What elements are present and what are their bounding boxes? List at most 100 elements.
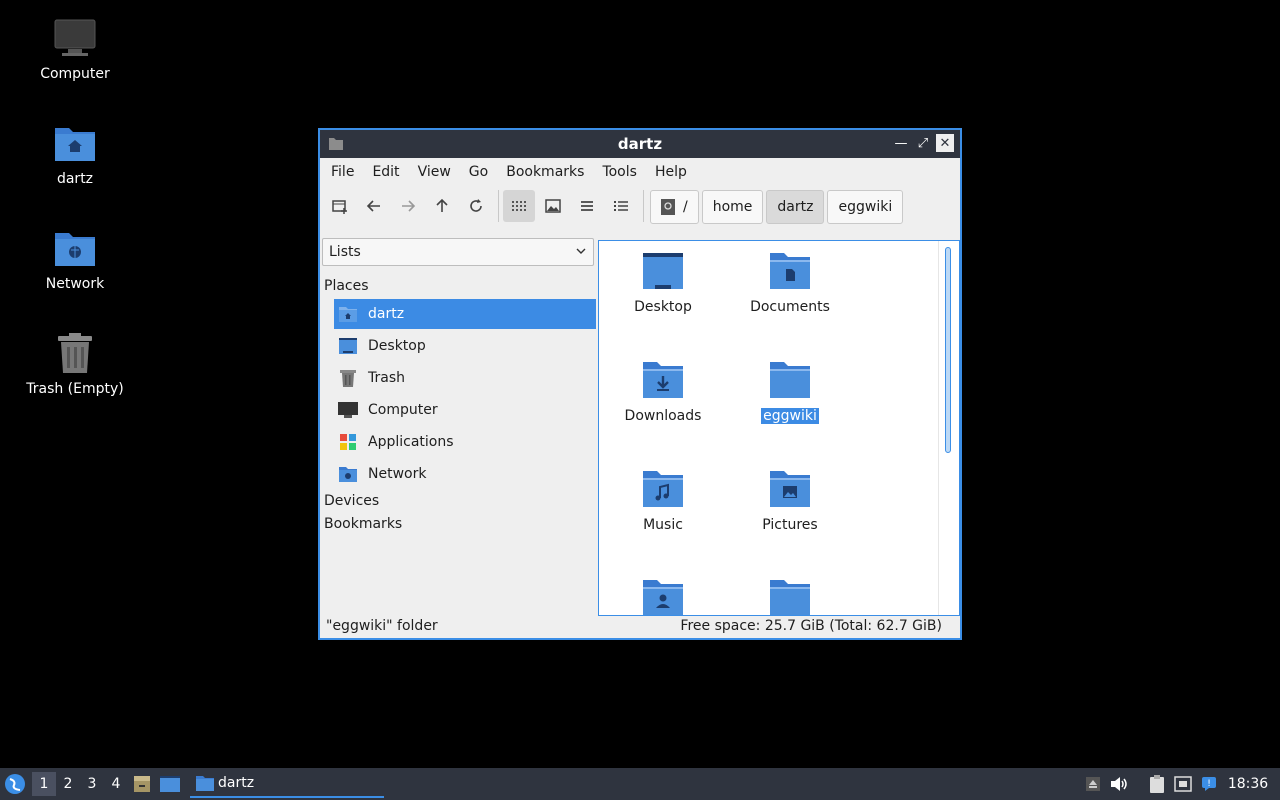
- place-computer[interactable]: Computer: [334, 395, 596, 425]
- grid-icon: [512, 201, 526, 211]
- chevron-down-icon: [575, 245, 587, 261]
- desktop-folder-icon: [643, 253, 683, 289]
- folder-item[interactable]: [603, 576, 723, 615]
- vertical-scrollbar[interactable]: [945, 247, 951, 453]
- notification-button[interactable]: !: [1196, 768, 1222, 800]
- desktop-folder-icon: [338, 336, 358, 356]
- start-menu-button[interactable]: [0, 768, 30, 800]
- menu-go[interactable]: Go: [460, 164, 497, 180]
- arrow-up-icon: [436, 198, 448, 212]
- folder-icon: [328, 136, 344, 156]
- side-pane-mode-select[interactable]: Lists: [322, 238, 594, 266]
- folder-item[interactable]: Pictures: [730, 467, 850, 533]
- workspace-3[interactable]: 3: [80, 772, 104, 796]
- notification-icon: !: [1202, 777, 1216, 791]
- icon-view-button[interactable]: [503, 190, 535, 222]
- task-button-dartz[interactable]: dartz: [190, 770, 384, 798]
- volume-icon: [1111, 777, 1127, 791]
- system-tray: ! 18:36: [1080, 768, 1280, 800]
- bookmarks-header[interactable]: Bookmarks: [324, 516, 402, 532]
- workspace-2[interactable]: 2: [56, 772, 80, 796]
- desktop-icon-label: Computer: [40, 66, 110, 82]
- clipboard-icon: [1150, 775, 1164, 793]
- folder-item[interactable]: Desktop: [603, 249, 723, 315]
- workspace-4[interactable]: 4: [104, 772, 128, 796]
- breadcrumb-dartz[interactable]: dartz: [766, 190, 825, 224]
- place-network[interactable]: Network: [334, 459, 596, 489]
- menu-bookmarks[interactable]: Bookmarks: [497, 164, 593, 180]
- trash-icon: [53, 331, 97, 375]
- folder-item[interactable]: Music: [603, 467, 723, 533]
- place-applications[interactable]: Applications: [334, 427, 596, 457]
- home-folder-icon: [338, 304, 358, 324]
- desktop-icon-computer[interactable]: Computer: [20, 16, 130, 82]
- menu-edit[interactable]: Edit: [363, 164, 408, 180]
- thumbnail-view-button[interactable]: [537, 190, 569, 222]
- window-title: dartz: [617, 135, 663, 153]
- breadcrumb-eggwiki[interactable]: eggwiki: [827, 190, 904, 224]
- devices-header[interactable]: Devices: [324, 493, 379, 509]
- maximize-button[interactable]: ⤢: [914, 134, 932, 152]
- eject-button[interactable]: [1080, 768, 1106, 800]
- desktop-icon-home[interactable]: dartz: [20, 121, 130, 187]
- folder-view[interactable]: Desktop Documents Downloads eggwiki Musi…: [598, 240, 960, 616]
- public-folder-icon: [643, 580, 683, 615]
- list-icon: [581, 201, 593, 211]
- breadcrumb-root[interactable]: /: [650, 190, 699, 224]
- menu-file[interactable]: File: [322, 164, 363, 180]
- desktop-icon: [160, 776, 180, 792]
- computer-icon: [53, 16, 97, 60]
- forward-button[interactable]: [392, 190, 424, 222]
- detail-list-icon: [614, 201, 628, 211]
- compact-view-button[interactable]: [571, 190, 603, 222]
- close-button[interactable]: ✕: [936, 134, 954, 152]
- back-button[interactable]: [358, 190, 390, 222]
- show-desktop-button[interactable]: [156, 768, 184, 800]
- folder-item[interactable]: Downloads: [603, 358, 723, 424]
- detail-view-button[interactable]: [605, 190, 637, 222]
- pictures-folder-icon: [770, 471, 810, 507]
- trash-icon: [338, 368, 358, 388]
- lxqt-logo-icon: [5, 774, 25, 794]
- computer-icon: [338, 400, 358, 420]
- file-manager-launcher[interactable]: [128, 768, 156, 800]
- menu-tools[interactable]: Tools: [593, 164, 646, 180]
- new-tab-icon: [332, 200, 347, 214]
- desktop-icon-label: Network: [45, 276, 105, 292]
- desktop-icon-trash[interactable]: Trash (Empty): [20, 331, 130, 397]
- taskbar: 1 2 3 4 dartz ! 18:36: [0, 768, 1280, 800]
- home-folder-icon: [53, 121, 97, 165]
- menu-help[interactable]: Help: [646, 164, 696, 180]
- file-cabinet-icon: [134, 776, 150, 792]
- applications-icon: [338, 432, 358, 452]
- status-selection: "eggwiki" folder: [326, 618, 438, 634]
- folder-icon: [770, 580, 810, 615]
- network-status-button[interactable]: [1170, 768, 1196, 800]
- reload-button[interactable]: [460, 190, 492, 222]
- clipboard-button[interactable]: [1144, 768, 1170, 800]
- title-bar[interactable]: dartz — ⤢ ✕: [320, 130, 960, 158]
- clock[interactable]: 18:36: [1222, 768, 1280, 800]
- folder-item[interactable]: [730, 576, 850, 615]
- downloads-folder-icon: [643, 362, 683, 398]
- folder-item[interactable]: Documents: [730, 249, 850, 315]
- folder-item-selected[interactable]: eggwiki: [730, 358, 850, 424]
- file-manager-window: dartz — ⤢ ✕ File Edit View Go Bookmarks …: [318, 128, 962, 640]
- breadcrumb-home[interactable]: home: [701, 190, 764, 224]
- network-folder-icon: [53, 226, 97, 270]
- menu-view[interactable]: View: [409, 164, 460, 180]
- places-header[interactable]: Places: [324, 278, 369, 294]
- minimize-button[interactable]: —: [892, 134, 910, 152]
- new-tab-button[interactable]: [324, 190, 356, 222]
- volume-button[interactable]: [1106, 768, 1132, 800]
- network-folder-icon: [338, 464, 358, 484]
- desktop-icon-network[interactable]: Network: [20, 226, 130, 292]
- workspace-1[interactable]: 1: [32, 772, 56, 796]
- desktop-icon-label: dartz: [56, 171, 94, 187]
- place-desktop[interactable]: Desktop: [334, 331, 596, 361]
- toolbar: / home dartz eggwiki: [320, 186, 960, 226]
- place-trash[interactable]: Trash: [334, 363, 596, 393]
- up-button[interactable]: [426, 190, 458, 222]
- status-free-space: Free space: 25.7 GiB (Total: 62.7 GiB): [680, 618, 942, 634]
- place-dartz[interactable]: dartz: [334, 299, 596, 329]
